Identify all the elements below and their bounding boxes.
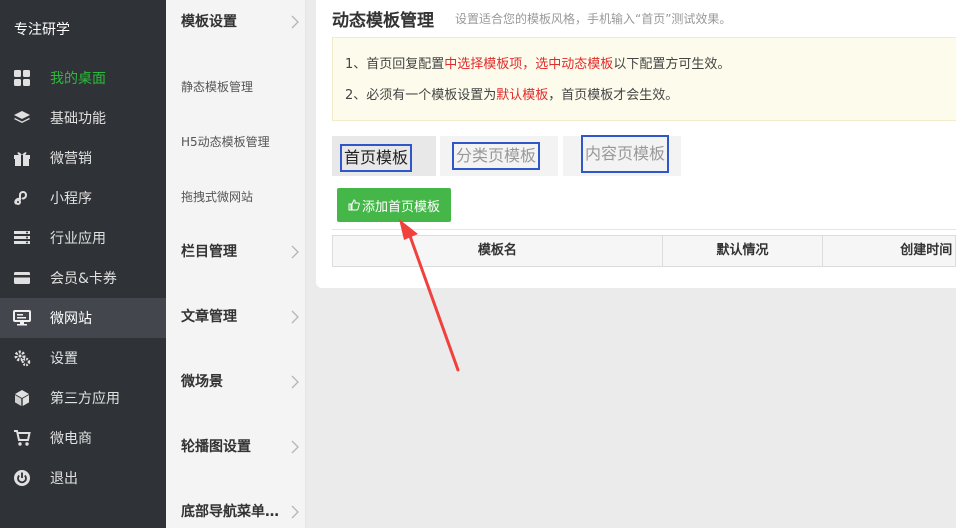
sidebar-item-basic[interactable]: 基础功能	[0, 98, 166, 138]
sidebar-item-label: 会员&卡券	[50, 271, 117, 287]
main-panel: 动态模板管理 设置适合您的模板风格，手机输入“首页”测试效果。 1、首页回复配置…	[316, 0, 956, 288]
submenu-label: H5动态模板管理	[181, 135, 270, 149]
submenu-template-settings[interactable]: 模板设置	[166, 12, 306, 32]
submenu-label: 拖拽式微网站	[181, 190, 254, 204]
sidebar-item-label: 小程序	[50, 191, 92, 207]
column-template-name[interactable]: 模板名	[333, 236, 663, 266]
sidebar-item-label: 设置	[50, 351, 78, 367]
add-home-template-button[interactable]: 添加首页模板	[337, 188, 451, 222]
submenu-label: 文章管理	[181, 309, 237, 325]
divider	[332, 229, 956, 230]
sidebar-item-desktop[interactable]: 我的桌面	[0, 58, 166, 98]
sidebar-item-marketing[interactable]: 微营销	[0, 138, 166, 178]
grid-icon	[12, 68, 32, 88]
sidebar-item-label: 第三方应用	[50, 391, 120, 407]
chevron-right-icon	[290, 375, 300, 395]
card-icon	[12, 268, 32, 288]
submenu-micro-scene[interactable]: 微场景	[166, 372, 306, 392]
column-created-time[interactable]: 创建时间	[823, 236, 955, 266]
layers-icon	[12, 108, 32, 128]
notice-highlight: 默认模板	[496, 88, 549, 103]
sidebar-item-label: 微营销	[50, 151, 92, 167]
notice-text: 1、首页回复配置	[345, 57, 445, 72]
tab-label: 分类页模板	[452, 142, 541, 170]
tab-home-template[interactable]: 首页模板	[332, 136, 436, 176]
submenu-carousel-settings[interactable]: 轮播图设置	[166, 437, 306, 457]
chevron-right-icon	[290, 505, 300, 525]
sidebar-item-thirdparty[interactable]: 第三方应用	[0, 378, 166, 418]
sidebar-item-industry[interactable]: 行业应用	[0, 218, 166, 258]
cube-icon	[12, 388, 32, 408]
sidebar-item-microsite[interactable]: 微网站	[0, 298, 166, 338]
brand-title: 专注研学	[14, 22, 70, 38]
gears-icon	[12, 348, 32, 368]
chevron-right-icon	[290, 245, 300, 265]
tab-category-template[interactable]: 分类页模板	[440, 136, 558, 176]
submenu-column-management[interactable]: 栏目管理	[166, 242, 306, 262]
sidebar-item-label: 退出	[50, 471, 78, 487]
sidebar-item-label: 行业应用	[50, 231, 106, 247]
sidebar-item-logout[interactable]: 退出	[0, 458, 166, 498]
submenu-label: 静态模板管理	[181, 80, 254, 94]
notice-line-2: 2、必须有一个模板设置为默认模板，首页模板才会生效。	[345, 80, 956, 111]
notice-text: 以下配置方可生效。	[613, 57, 731, 72]
submenu-bottom-nav[interactable]: 底部导航菜单…	[166, 502, 306, 522]
sidebar-item-members[interactable]: 会员&卡券	[0, 258, 166, 298]
templates-table-header: 模板名 默认情况 创建时间	[332, 235, 956, 267]
sidebar-item-label: 微网站	[50, 311, 92, 327]
submenu-static-templates[interactable]: 静态模板管理	[166, 78, 306, 96]
sidebar-item-ecommerce[interactable]: 微电商	[0, 418, 166, 458]
submenu-label: 底部导航菜单…	[181, 504, 279, 520]
thumbs-up-icon	[348, 199, 360, 211]
notice-highlight: 中选择模板项，选中	[444, 57, 562, 72]
chevron-right-icon	[290, 15, 300, 35]
submenu-h5-templates[interactable]: H5动态模板管理	[166, 133, 306, 151]
submenu-dragdrop-site[interactable]: 拖拽式微网站	[166, 188, 306, 206]
gift-icon	[12, 148, 32, 168]
tab-label: 内容页模板	[581, 135, 670, 173]
tab-label: 首页模板	[340, 144, 413, 172]
notice-text: 2、必须有一个模板设置为	[345, 88, 497, 103]
column-default-status[interactable]: 默认情况	[663, 236, 824, 266]
chevron-right-icon	[290, 310, 300, 330]
miniprogram-icon	[12, 188, 32, 208]
power-icon	[12, 468, 32, 488]
sidebar-item-settings[interactable]: 设置	[0, 338, 166, 378]
notice-line-1: 1、首页回复配置中选择模板项，选中动态模板以下配置方可生效。	[345, 49, 956, 80]
notice-highlight: 动态模板	[561, 57, 614, 72]
sidebar-item-label: 基础功能	[50, 111, 106, 127]
cart-icon	[12, 428, 32, 448]
monitor-icon	[12, 308, 32, 328]
submenu-label: 栏目管理	[181, 244, 237, 260]
sidebar-item-miniprogram[interactable]: 小程序	[0, 178, 166, 218]
main-sidebar: 专注研学 我的桌面 基础功能 微营销 小程序 行业应用 会员&卡券 微网站 设置…	[0, 0, 166, 528]
secondary-menu: 模板设置 静态模板管理 H5动态模板管理 拖拽式微网站 栏目管理 文章管理 微场…	[166, 0, 306, 528]
tab-content-template[interactable]: 内容页模板	[563, 135, 681, 176]
page-title: 动态模板管理	[332, 11, 434, 31]
sidebar-item-label: 我的桌面	[50, 71, 106, 87]
page-subtitle: 设置适合您的模板风格，手机输入“首页”测试效果。	[455, 12, 732, 26]
submenu-label: 微场景	[181, 374, 223, 390]
submenu-label: 轮播图设置	[181, 439, 251, 455]
submenu-label: 模板设置	[181, 14, 237, 30]
chevron-right-icon	[290, 440, 300, 460]
list-icon	[12, 228, 32, 248]
add-button-label: 添加首页模板	[361, 198, 440, 214]
notice-text: ，首页模板才会生效。	[548, 88, 679, 103]
submenu-article-management[interactable]: 文章管理	[166, 307, 306, 327]
sidebar-item-label: 微电商	[50, 431, 92, 447]
notice-box: 1、首页回复配置中选择模板项，选中动态模板以下配置方可生效。 2、必须有一个模板…	[332, 37, 956, 121]
